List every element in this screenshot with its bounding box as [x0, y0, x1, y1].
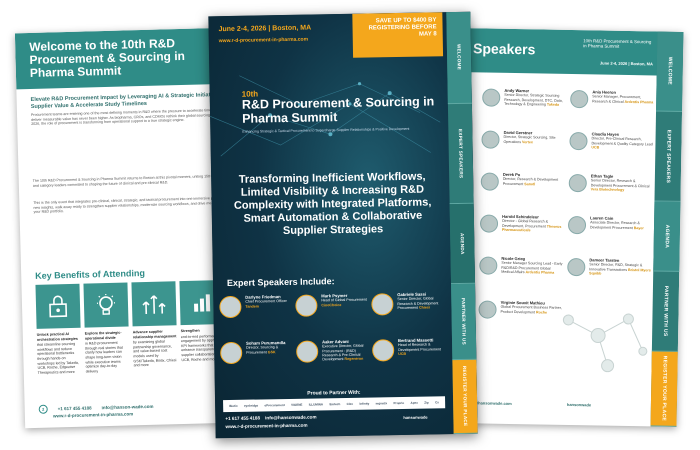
- speaker-card: Darlyne Friedman Chief Procurement Office…: [219, 294, 293, 319]
- website-link[interactable]: www.r-d-procurement-in-pharma.com: [53, 411, 133, 418]
- speaker-photo: [295, 294, 318, 317]
- page-number: 2: [38, 404, 48, 414]
- partner-logo: eyebridge: [243, 403, 259, 408]
- tab-register[interactable]: REGISTER YOUR PLACE: [452, 359, 478, 435]
- speaker-photo: [481, 130, 500, 149]
- partner-logo: Proprio: [393, 400, 405, 406]
- summit-logo: 10th R&D Procurement & Sourcing in Pharm…: [583, 38, 652, 50]
- partner-logo: Apex: [410, 400, 418, 405]
- speaker-photo: [567, 257, 586, 277]
- tab-agenda[interactable]: AGENDA: [449, 203, 476, 285]
- side-navigation: WELCOME EXPERT SPEAKERS AGENDA PARTNER W…: [650, 31, 684, 427]
- speaker-photo: [479, 256, 498, 275]
- partner-logo: Emtech: [329, 402, 341, 407]
- speaker-photo: [482, 88, 501, 107]
- growth-arrows-icon: [131, 281, 177, 327]
- benefits-title: Key Benefits of Attending: [35, 268, 145, 281]
- speaker-photo: [570, 89, 589, 109]
- speaker-card: Aaker Advani Executive Director, Global P…: [296, 339, 370, 363]
- email-link[interactable]: info@hansonwade.com: [265, 414, 317, 420]
- lightbulb-icon: [83, 282, 129, 328]
- speakers-title: Speakers: [472, 40, 536, 58]
- tab-welcome[interactable]: WELCOME: [656, 31, 684, 112]
- tab-partner-with-us[interactable]: PARTNER WITH US: [451, 283, 477, 361]
- molecule-graphic: [562, 313, 648, 373]
- speaker-card: Lauren Cain Associate Director, Research …: [567, 215, 652, 235]
- speaker-card: Virginie Souvit Mathieu Global Procuremen…: [478, 300, 562, 319]
- speaker-card: Claudia Hayes Director, Pre-Clinical Rese…: [569, 131, 653, 151]
- event-date: June 2-4, 2026 | Boston, MA: [599, 60, 653, 67]
- tab-agenda[interactable]: AGENDA: [653, 201, 681, 272]
- partner-logo: ILLUMINA: [308, 402, 324, 407]
- partner-logo: mgnetix: [375, 401, 388, 406]
- speaker-photo: [372, 339, 395, 362]
- speaker-card: David Gerstner Director, Strategic Sourci…: [481, 130, 565, 149]
- speaker-card: Soham Purumandla Director, Sourcing & Pro…: [220, 340, 294, 365]
- benefit-1: Unlock practical AI orchestration strate…: [36, 332, 79, 375]
- phone-number[interactable]: +1 617 455 4188: [58, 405, 92, 411]
- tab-expert-speakers[interactable]: EXPERT SPEAKERS: [447, 103, 474, 205]
- speaker-photo: [569, 131, 588, 151]
- speaker-card: Dameer Tarsten Senior Director, R&D, Stra…: [567, 257, 651, 277]
- benefit-2: Explore the strategic-operational divide…: [84, 330, 123, 374]
- expert-speakers-heading: Expert Speakers Include:: [226, 276, 335, 289]
- partner-logo: VIGENE: [291, 402, 303, 407]
- speakers-header: Speakers 10th R&D Procurement & Sourcing…: [462, 28, 684, 76]
- partner-logo: Zip: [424, 400, 429, 405]
- partner-logo: Infinity: [359, 401, 370, 406]
- partner-logo: Cx: [435, 400, 439, 405]
- speaker-photo: [296, 340, 319, 363]
- speaker-photo: [371, 293, 394, 316]
- partner-logo: Biotix: [229, 403, 238, 409]
- speaker-photo: [479, 214, 499, 233]
- speaker-card: Harold Schindeleur Director - Global Rese…: [479, 214, 564, 233]
- tab-welcome[interactable]: WELCOME: [446, 11, 472, 105]
- tab-register[interactable]: REGISTER YOUR PLACE: [650, 351, 678, 427]
- early-bird-banner[interactable]: SAVE UP TO $400 BY REGISTERING BEFORE MA…: [352, 12, 444, 58]
- speaker-card: Mark Psymer Head of Global Procurement Ci…: [295, 293, 369, 317]
- speaker-card: Gabriele Sassi Senior Director, Global Re…: [371, 292, 445, 316]
- speaker-photo: [568, 173, 587, 193]
- speaker-photo: [478, 300, 497, 319]
- hansonwade-logo: hansonwade: [566, 401, 592, 408]
- speaker-photo: [567, 215, 587, 235]
- speaker-photo: [220, 341, 243, 365]
- brochure-cover: June 2-4, 2026 | Boston, MA www.r-d-proc…: [208, 11, 478, 439]
- tab-expert-speakers[interactable]: EXPERT SPEAKERS: [654, 111, 683, 202]
- speaker-card: Nicole Grieg Senior Manager Sourcing Lead…: [479, 256, 563, 275]
- speaker-card: Derek Po Director, Research & Development…: [480, 172, 565, 191]
- speakers-page: Speakers 10th R&D Procurement & Sourcing…: [456, 28, 684, 427]
- tab-partner-with-us[interactable]: PARTNER WITH US: [651, 271, 680, 352]
- cover-headline: Transforming Inefficient Workflows, Limi…: [233, 170, 432, 238]
- speaker-photo: [219, 295, 242, 319]
- speaker-card: Bertrand Massetti Head of Research & Deve…: [372, 337, 446, 362]
- speaker-card: Ethan Tagle Senior Director, Research & D…: [568, 173, 653, 193]
- summit-title: R&D Procurement & Sourcing in Pharma Sum…: [241, 94, 435, 126]
- partner-logo: Cleo: [346, 401, 354, 406]
- speaker-card: Andy Warner Senior Director, Strategic So…: [482, 88, 566, 107]
- speaker-photo: [480, 172, 499, 191]
- lock-icon: [35, 283, 81, 329]
- email-link[interactable]: info@hanson-wade.com: [102, 404, 154, 410]
- hansonwade-logo: hansonwade: [403, 414, 428, 420]
- benefit-3: Advance supplier relationship management…: [132, 329, 177, 368]
- phone-number[interactable]: +1 617 455 4188: [225, 415, 260, 421]
- partner-logo: eProcurement: [264, 403, 285, 408]
- welcome-title: Welcome to the 10th R&D Procurement & So…: [29, 36, 186, 80]
- speaker-card: Ania Heeron Senior Manager, Procurement, …: [570, 89, 654, 109]
